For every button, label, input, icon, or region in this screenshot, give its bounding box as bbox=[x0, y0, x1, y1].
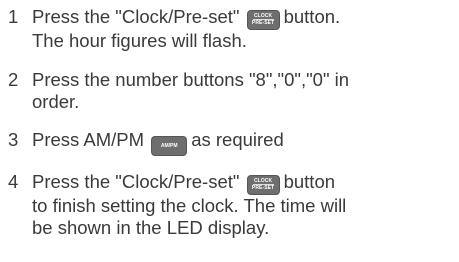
step-text: Press the "Clock/Pre-set" CLOCK PRE-SET bu… bbox=[32, 6, 457, 52]
clock-preset-button-icon: CLOCK PRE-SET bbox=[246, 10, 280, 30]
step-text-pre: Press the "Clock/Pre-set" bbox=[32, 6, 240, 27]
step-line: Press the "Clock/Pre-set" CLOCK PRE-SET bu… bbox=[32, 171, 457, 195]
step-number: 3 bbox=[8, 129, 19, 150]
step-text-post: button. bbox=[283, 6, 341, 27]
step-number: 2 bbox=[8, 69, 19, 90]
step-line: order. bbox=[32, 91, 80, 112]
step-line: Press the "Clock/Pre-set" CLOCK PRE-SET bu… bbox=[32, 6, 457, 30]
step-text-post: as required bbox=[191, 129, 284, 150]
step-text: Press AM/PM AM/PM as required bbox=[32, 129, 457, 156]
step-line: The hour figures will flash. bbox=[32, 30, 247, 51]
step-text-pre: Press the "Clock/Pre-set" bbox=[32, 171, 240, 192]
step-text: Press the "Clock/Pre-set" CLOCK PRE-SET bu… bbox=[32, 171, 457, 239]
step-text-pre: Press AM/PM bbox=[32, 129, 145, 150]
step-line: Press AM/PM AM/PM as required bbox=[32, 129, 457, 156]
step-line: be shown in the LED display. bbox=[32, 217, 270, 238]
step-text-post: button bbox=[283, 171, 336, 192]
step-line: to finish setting the clock. The time wi… bbox=[32, 195, 347, 216]
preset-label: PRE-SET bbox=[251, 20, 275, 26]
clock-preset-button-icon: CLOCK PRE-SET bbox=[246, 175, 280, 195]
step-text: Press the number buttons "8","0","0" in … bbox=[32, 69, 457, 113]
step-line: Press the number buttons "8","0","0" in bbox=[32, 69, 350, 90]
instruction-steps: 1 Press the "Clock/Pre-set" CLOCK PRE-SET… bbox=[0, 0, 459, 262]
ampm-button-icon: AM/PM bbox=[151, 136, 188, 156]
step-number: 4 bbox=[8, 171, 19, 192]
step-number: 1 bbox=[8, 6, 19, 27]
preset-label: PRE-SET bbox=[251, 185, 275, 191]
